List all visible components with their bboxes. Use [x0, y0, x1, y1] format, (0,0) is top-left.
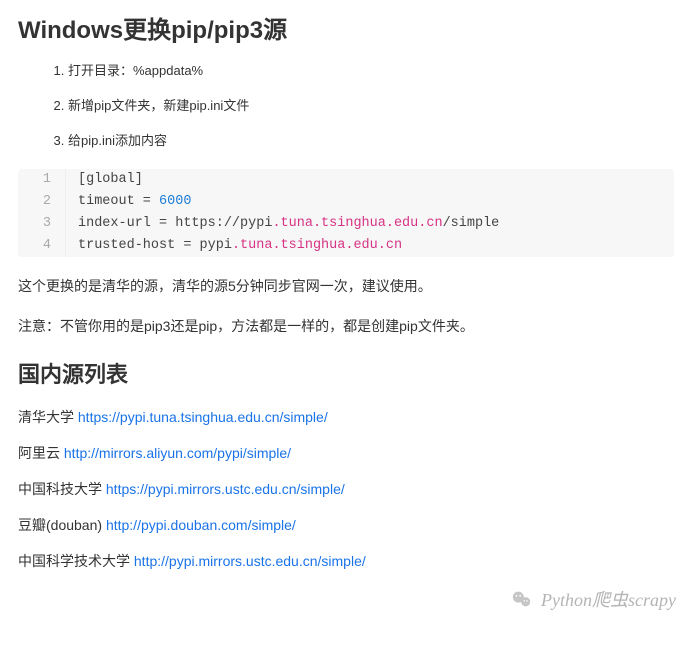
mirror-entry: 阿里云 http://mirrors.aliyun.com/pypi/simpl… [18, 443, 674, 463]
paragraph-note-1: 这个更换的是清华的源，清华的源5分钟同步官网一次，建议使用。 [18, 275, 674, 299]
code-text: /simple [443, 216, 500, 231]
code-number: 6000 [159, 194, 191, 209]
paragraph-note-2: 注意：不管你用的是pip3还是pip，方法都是一样的，都是创建pip文件夹。 [18, 315, 674, 339]
code-line: 2 timeout = 6000 [18, 191, 674, 213]
code-content: [global] [66, 169, 143, 191]
mirror-link[interactable]: http://pypi.mirrors.ustc.edu.cn/simple/ [134, 553, 366, 569]
watermark-text: Python爬虫scrapy [541, 586, 676, 612]
wechat-icon [511, 588, 533, 610]
code-line: 3 index-url = https://pypi.tuna.tsinghua… [18, 213, 674, 235]
code-content: trusted-host = pypi.tuna.tsinghua.edu.cn [66, 235, 402, 257]
mirror-entry: 中国科学技术大学 http://pypi.mirrors.ustc.edu.cn… [18, 551, 674, 571]
mirror-name: 清华大学 [18, 409, 78, 425]
code-text: timeout = [78, 194, 159, 209]
line-number: 2 [18, 191, 66, 213]
mirror-link[interactable]: http://mirrors.aliyun.com/pypi/simple/ [64, 445, 291, 461]
code-text: index-url = https://pypi [78, 216, 272, 231]
mirror-name: 豆瓣(douban) [18, 517, 106, 533]
mirror-name: 阿里云 [18, 445, 64, 461]
line-number: 3 [18, 213, 66, 235]
step-item: 新增pip文件夹，新建pip.ini文件 [68, 96, 674, 117]
mirror-entry: 豆瓣(douban) http://pypi.douban.com/simple… [18, 515, 674, 535]
mirror-name: 中国科学技术大学 [18, 553, 134, 569]
line-number: 1 [18, 169, 66, 191]
code-text: trusted-host = pypi [78, 238, 232, 253]
step-item: 打开目录：%appdata% [68, 61, 674, 82]
code-text: [global] [78, 172, 143, 187]
step-item: 给pip.ini添加内容 [68, 131, 674, 152]
heading-mirror-list: 国内源列表 [18, 357, 674, 389]
mirror-link[interactable]: https://pypi.tuna.tsinghua.edu.cn/simple… [78, 409, 328, 425]
code-content: timeout = 6000 [66, 191, 191, 213]
mirror-link[interactable]: https://pypi.mirrors.ustc.edu.cn/simple/ [106, 481, 345, 497]
steps-list: 打开目录：%appdata% 新增pip文件夹，新建pip.ini文件 给pip… [18, 61, 674, 151]
line-number: 4 [18, 235, 66, 257]
mirror-entry: 中国科技大学 https://pypi.mirrors.ustc.edu.cn/… [18, 479, 674, 499]
code-domain: .tuna.tsinghua.edu.cn [232, 238, 402, 253]
code-line: 4 trusted-host = pypi.tuna.tsinghua.edu.… [18, 235, 674, 257]
heading-windows-pip: Windows更换pip/pip3源 [18, 10, 674, 45]
mirror-entry: 清华大学 https://pypi.tuna.tsinghua.edu.cn/s… [18, 407, 674, 427]
mirror-link[interactable]: http://pypi.douban.com/simple/ [106, 517, 296, 533]
mirror-name: 中国科技大学 [18, 481, 106, 497]
code-block: 1 [global] 2 timeout = 6000 3 index-url … [18, 169, 674, 257]
code-domain: .tuna.tsinghua.edu.cn [272, 216, 442, 231]
code-content: index-url = https://pypi.tuna.tsinghua.e… [66, 213, 499, 235]
watermark: Python爬虫scrapy [511, 586, 676, 612]
code-line: 1 [global] [18, 169, 674, 191]
